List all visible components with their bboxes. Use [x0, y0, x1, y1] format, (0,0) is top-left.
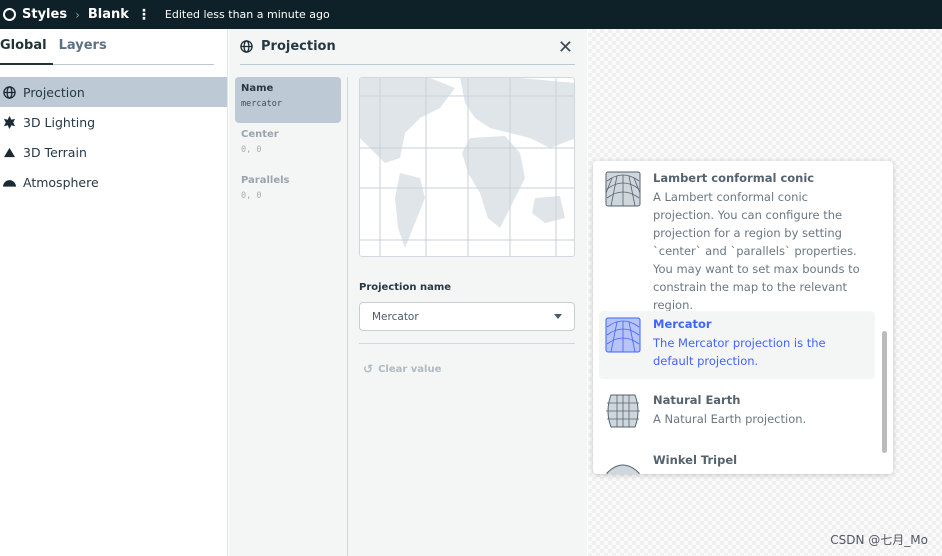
projection-preview-map [359, 77, 575, 257]
sidebar-item-3d-lighting[interactable]: 3D Lighting [0, 107, 227, 137]
edit-status: Edited less than a minute ago [164, 8, 330, 21]
sidebar-item-projection[interactable]: Projection [0, 77, 227, 107]
option-description: The Mercator projection is the default p… [653, 336, 826, 368]
property-key: Parallels [241, 175, 290, 186]
projection-dropdown: Lambert conformal conic A Lambert conform… [593, 161, 893, 474]
globe-icon [2, 85, 16, 99]
option-title: Natural Earth [653, 393, 741, 407]
breadcrumb-style-name[interactable]: Blank [88, 7, 129, 22]
option-natural-earth[interactable]: Natural Earth A Natural Earth projection. [599, 387, 875, 435]
sidebar-item-label: Projection [23, 84, 85, 100]
option-title: Mercator [653, 317, 712, 331]
sun-icon [2, 115, 16, 129]
chevron-right-icon: › [75, 7, 80, 22]
property-value: mercator [241, 99, 282, 109]
divider [347, 77, 348, 556]
option-mercator[interactable]: Mercator The Mercator projection is the d… [599, 311, 875, 379]
option-title: Lambert conformal conic [653, 171, 815, 185]
tab-layers[interactable]: Layers [59, 29, 113, 65]
sidebar-item-3d-terrain[interactable]: 3D Terrain [0, 137, 227, 167]
projection-name-label: Projection name [359, 282, 452, 293]
option-lambert-conformal-conic[interactable]: Lambert conformal conic A Lambert conform… [599, 165, 875, 320]
lambert-projection-icon [605, 171, 641, 207]
breadcrumb-styles[interactable]: Styles [22, 7, 67, 22]
option-description: A Lambert conformal conic projection. Yo… [653, 190, 860, 312]
sidebar-item-label: 3D Terrain [23, 144, 87, 160]
caret-down-icon [554, 314, 562, 319]
property-center[interactable]: Center 0, 0 [235, 123, 341, 169]
divider [359, 343, 575, 344]
select-value: Mercator [372, 311, 419, 323]
globe-icon [240, 40, 253, 53]
property-value: 0, 0 [241, 191, 262, 201]
mercator-projection-icon [605, 317, 641, 353]
more-options-icon[interactable]: ⋮ [137, 8, 151, 22]
projection-name-select[interactable]: Mercator [359, 302, 575, 331]
logo-icon[interactable] [3, 8, 16, 21]
close-icon[interactable]: ✕ [558, 37, 573, 58]
property-name[interactable]: Name mercator [235, 77, 341, 123]
option-description: A Natural Earth projection. [653, 412, 807, 426]
projection-panel: Projection ✕ Name mercator Center 0, 0 Par… [229, 29, 587, 556]
panel-title: Projection [261, 39, 336, 54]
watermark: CSDN @七月_Mo [830, 533, 928, 547]
sidebar-item-atmosphere[interactable]: Atmosphere [0, 167, 227, 197]
property-key: Name [241, 83, 274, 94]
atmosphere-icon [2, 175, 16, 189]
scrollbar[interactable] [882, 331, 887, 453]
option-title: Winkel Tripel [653, 453, 738, 467]
natural-earth-projection-icon [606, 394, 640, 428]
option-winkel-tripel[interactable]: Winkel Tripel [599, 447, 875, 474]
mountain-icon [2, 145, 16, 159]
sidebar-item-label: 3D Lighting [23, 114, 96, 130]
tab-global[interactable]: Global [0, 29, 53, 65]
property-value: 0, 0 [241, 145, 262, 155]
clear-value-button[interactable]: ↺ Clear value [363, 362, 441, 376]
clear-value-label: Clear value [378, 363, 442, 375]
winkel-tripel-projection-icon [606, 464, 640, 474]
top-bar: Styles › Blank ⋮ Edited less than a minu… [0, 0, 942, 29]
property-key: Center [241, 129, 279, 140]
left-sidebar: Global Layers Projection 3D Lighting 3D … [0, 29, 228, 556]
property-parallels[interactable]: Parallels 0, 0 [235, 169, 341, 215]
undo-icon: ↺ [363, 362, 374, 376]
sidebar-item-label: Atmosphere [23, 174, 99, 190]
